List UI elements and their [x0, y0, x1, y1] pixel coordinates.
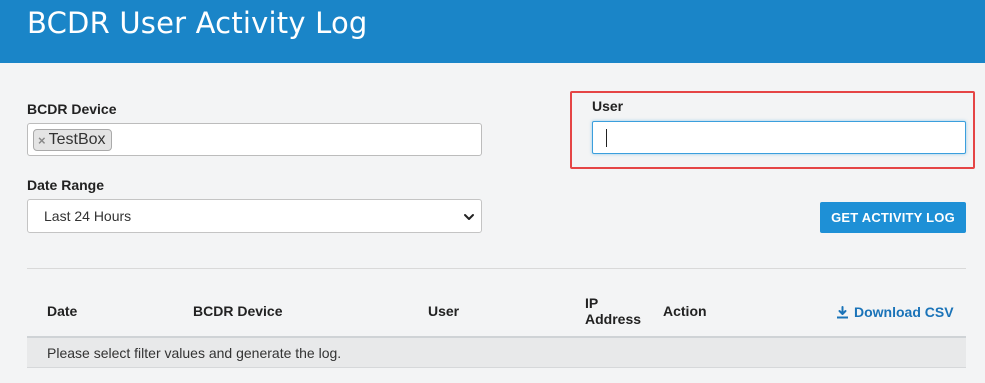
column-header-ip-line1: IP [585, 295, 599, 311]
user-input[interactable] [592, 121, 966, 154]
column-header-user[interactable]: User [428, 303, 459, 319]
device-multiselect[interactable]: × TestBox [27, 123, 482, 156]
user-label: User [592, 98, 624, 114]
column-header-ip-line2: Address [585, 311, 642, 327]
chevron-down-icon [464, 214, 474, 220]
download-csv-link[interactable]: Download CSV [836, 304, 954, 320]
column-header-date[interactable]: Date [47, 303, 77, 319]
empty-message: Please select filter values and generate… [47, 345, 342, 361]
get-activity-log-button[interactable]: GET ACTIVITY LOG [820, 202, 966, 233]
table-empty-row: Please select filter values and generate… [27, 338, 966, 368]
text-caret [606, 129, 607, 147]
column-header-action[interactable]: Action [663, 303, 707, 319]
column-header-ip-address[interactable]: IP Address [585, 295, 641, 327]
device-chip: × TestBox [33, 129, 112, 151]
device-chip-label: TestBox [48, 131, 106, 148]
date-range-select[interactable]: Last 24 Hours [27, 199, 482, 233]
column-header-device[interactable]: BCDR Device [193, 303, 282, 319]
download-csv-label: Download CSV [854, 304, 954, 320]
date-range-value: Last 24 Hours [44, 208, 132, 224]
close-icon[interactable]: × [38, 133, 46, 148]
device-label: BCDR Device [27, 101, 117, 117]
page-header: BCDR User Activity Log [0, 0, 985, 63]
date-range-label: Date Range [27, 177, 105, 193]
section-divider [27, 268, 966, 269]
page-title: BCDR User Activity Log [27, 6, 368, 40]
download-icon [837, 305, 848, 318]
